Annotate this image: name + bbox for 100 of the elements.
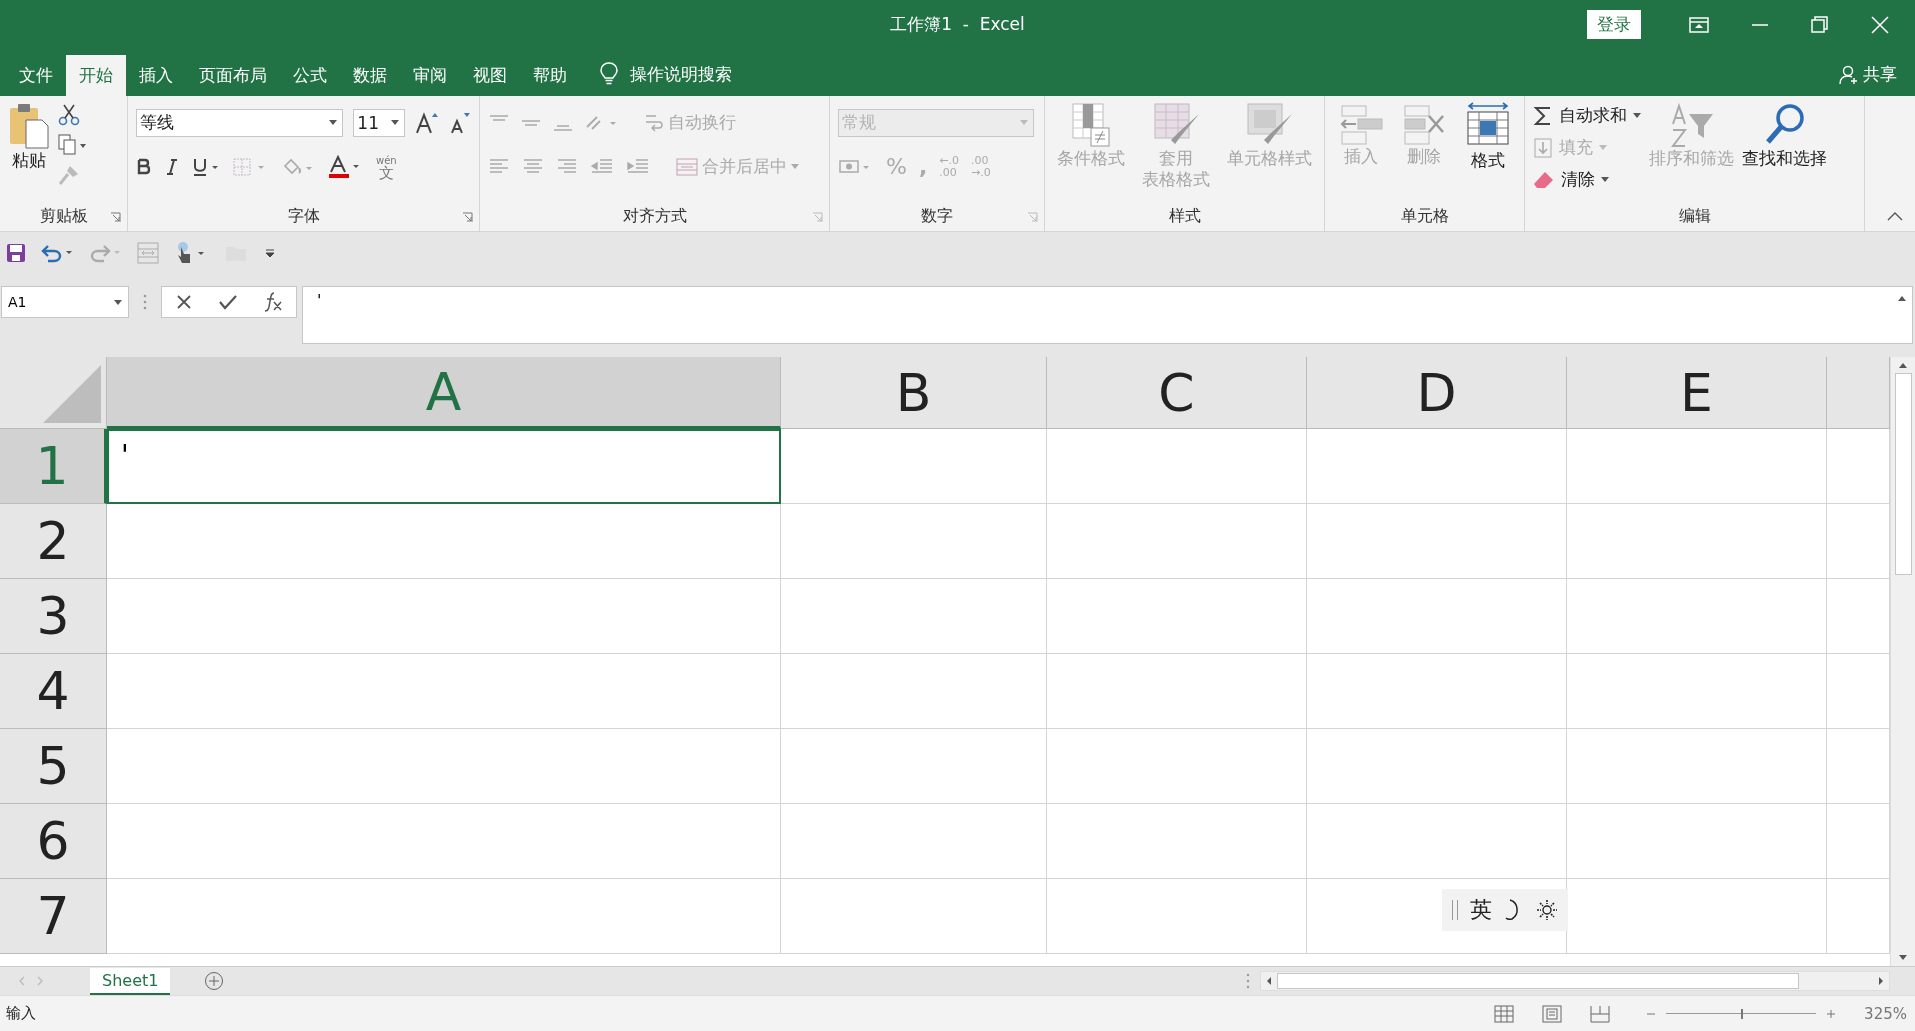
table-cell[interactable] <box>1567 429 1827 505</box>
table-cell[interactable] <box>781 729 1047 805</box>
scrollbar-thumb[interactable] <box>1894 373 1912 576</box>
vertical-scrollbar[interactable] <box>1890 357 1915 967</box>
ribbon-tab[interactable]: 数据 <box>340 54 400 96</box>
column-header[interactable] <box>1827 357 1890 430</box>
select-all-button[interactable] <box>0 357 107 430</box>
table-cell[interactable] <box>1567 504 1827 580</box>
drag-handle-icon[interactable] <box>143 294 147 311</box>
wrap-icon[interactable] <box>644 112 664 133</box>
table-cell[interactable] <box>1307 804 1567 880</box>
active-cell[interactable]: ' <box>107 429 781 505</box>
formula-field[interactable]: ' <box>302 286 1913 345</box>
zoom-in-icon[interactable] <box>1826 1008 1837 1019</box>
shrink-font-icon[interactable] <box>449 110 471 135</box>
settings-icon[interactable] <box>1536 899 1558 922</box>
restore-icon[interactable] <box>1811 15 1829 34</box>
caret-icon[interactable] <box>391 120 400 126</box>
table-cell[interactable] <box>781 579 1047 655</box>
table-cell[interactable] <box>1307 429 1567 505</box>
table-cell[interactable] <box>1047 879 1307 955</box>
find-select-button[interactable]: 查找和选择 <box>1742 101 1827 169</box>
column-header[interactable]: D <box>1307 357 1567 430</box>
table-cell[interactable] <box>107 654 781 730</box>
collapse-ribbon-icon[interactable] <box>1887 210 1903 221</box>
underline-icon[interactable] <box>192 156 220 177</box>
font-size-field[interactable]: 11 <box>353 108 406 137</box>
drag-handle-icon[interactable] <box>1246 973 1250 990</box>
customize-toolbar-icon[interactable] <box>264 246 276 259</box>
sigma-icon[interactable] <box>1533 104 1553 127</box>
row-header[interactable]: 6 <box>0 804 107 880</box>
person-icon[interactable] <box>1839 64 1859 85</box>
corner-triangle-icon[interactable] <box>41 363 103 426</box>
table-cell[interactable] <box>781 879 1047 955</box>
table-cell[interactable] <box>781 804 1047 880</box>
previous-sheet-icon[interactable] <box>18 976 26 987</box>
copy-icon[interactable] <box>58 133 88 156</box>
grow-font-icon[interactable] <box>415 110 440 135</box>
caret-icon[interactable] <box>1633 113 1641 119</box>
input-language-button[interactable]: 英 <box>1470 895 1492 926</box>
insert-function-icon[interactable] <box>263 291 284 314</box>
table-cell[interactable] <box>1047 504 1307 580</box>
ribbon-tab[interactable]: 插入 <box>126 54 186 96</box>
row-header[interactable]: 3 <box>0 579 107 655</box>
ribbon-tab[interactable]: 页面布局 <box>186 54 280 96</box>
font-name-field[interactable]: 等线 <box>136 108 344 137</box>
table-cell[interactable] <box>1047 729 1307 805</box>
scroll-right-icon[interactable] <box>1877 976 1885 987</box>
table-cell[interactable] <box>1047 654 1307 730</box>
table-cell[interactable] <box>1307 729 1567 805</box>
table-cell[interactable] <box>1047 579 1307 655</box>
ribbon-tab[interactable]: 视图 <box>460 54 520 96</box>
ribbon-tab[interactable]: 公式 <box>280 54 340 96</box>
table-cell[interactable] <box>107 504 781 580</box>
dialog-launcher-icon[interactable] <box>812 211 823 223</box>
dialog-launcher-icon[interactable] <box>110 211 121 223</box>
eraser-icon[interactable] <box>1533 169 1555 190</box>
scroll-up-icon[interactable] <box>1898 361 1908 370</box>
autosum-button[interactable]: 自动求和 <box>1533 101 1641 130</box>
scroll-up-icon[interactable] <box>1897 294 1907 303</box>
page-break-icon[interactable] <box>1590 1004 1611 1023</box>
merge-icon[interactable] <box>676 156 698 177</box>
table-cell[interactable] <box>1567 579 1827 655</box>
ribbon-display-icon[interactable] <box>1689 16 1709 33</box>
dialog-launcher-icon[interactable] <box>462 211 473 223</box>
phonetic-guide-button[interactable]: wén 文 <box>376 154 397 179</box>
table-cell[interactable] <box>107 729 781 805</box>
italic-icon[interactable] <box>164 156 180 177</box>
table-cell[interactable] <box>781 654 1047 730</box>
caret-icon[interactable] <box>329 120 338 126</box>
ribbon-tab[interactable]: 帮助 <box>520 54 580 96</box>
column-header[interactable]: A <box>107 357 781 430</box>
table-cell[interactable] <box>781 429 1047 505</box>
close-icon[interactable] <box>1871 15 1889 34</box>
dialog-launcher-icon[interactable] <box>1027 211 1038 223</box>
paste-button[interactable]: 粘贴 <box>8 101 50 171</box>
table-cell[interactable] <box>1307 504 1567 580</box>
sign-in-button[interactable]: 登录 <box>1587 10 1641 39</box>
row-header[interactable]: 4 <box>0 654 107 730</box>
table-cell[interactable] <box>781 504 1047 580</box>
bold-icon[interactable] <box>136 156 152 177</box>
column-header[interactable]: C <box>1047 357 1307 430</box>
table-cell[interactable] <box>107 879 781 955</box>
scroll-left-icon[interactable] <box>1265 976 1273 987</box>
grip-icon[interactable] <box>1452 900 1458 921</box>
scissors-icon[interactable] <box>58 103 80 126</box>
ribbon-tab[interactable]: 开始 <box>66 54 126 96</box>
horizontal-scrollbar[interactable] <box>1260 971 1890 992</box>
table-cell[interactable] <box>1307 579 1567 655</box>
format-painter-icon[interactable] <box>58 163 80 186</box>
table-cell[interactable] <box>107 579 781 655</box>
row-header[interactable]: 7 <box>0 879 107 955</box>
page-layout-icon[interactable] <box>1542 1004 1563 1023</box>
slider-thumb[interactable] <box>1741 1008 1744 1019</box>
ribbon-tab[interactable]: 审阅 <box>400 54 460 96</box>
table-cell[interactable] <box>1047 804 1307 880</box>
add-sheet-icon[interactable] <box>204 971 225 992</box>
undo-icon[interactable] <box>40 242 74 263</box>
clear-button[interactable]: 清除 <box>1533 165 1641 194</box>
column-header[interactable]: E <box>1567 357 1827 430</box>
